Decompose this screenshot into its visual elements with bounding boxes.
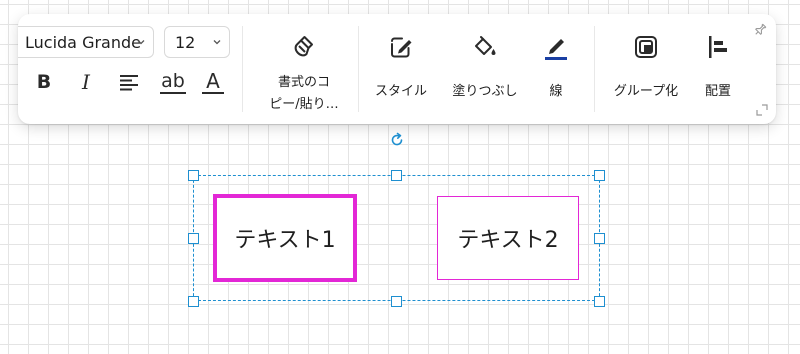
text-color-button[interactable]: A — [198, 66, 228, 98]
resize-handle-s[interactable] — [391, 296, 402, 307]
paint-bucket-icon — [475, 36, 496, 55]
bold-button[interactable]: B — [29, 66, 59, 98]
chevron-down-icon — [213, 40, 221, 45]
resize-handle-w[interactable] — [188, 233, 199, 244]
resize-handle-n[interactable] — [391, 170, 402, 181]
font-family-value: Lucida Grande — [25, 32, 141, 52]
paintbrush-icon — [294, 36, 313, 57]
resize-handle-sw[interactable] — [188, 296, 199, 307]
style-label: スタイル — [374, 84, 427, 99]
toolbar-divider — [594, 26, 595, 112]
font-size-select[interactable]: 12 — [164, 26, 230, 58]
group-label: グループ化 — [613, 84, 679, 99]
chevron-down-icon — [137, 40, 145, 45]
text-color-icon: A — [206, 68, 220, 93]
copy-format-label: 書式のコ ピー/貼り… — [269, 75, 339, 112]
rotate-icon[interactable] — [389, 132, 405, 148]
text-shape-2[interactable]: テキスト2 — [437, 196, 579, 280]
shape-text: テキスト1 — [234, 228, 336, 253]
fill-button[interactable]: 塗りつぶし — [446, 32, 524, 99]
italic-icon: I — [82, 70, 90, 94]
italic-button[interactable]: I — [71, 66, 101, 98]
toolbar-divider — [358, 26, 359, 112]
pen-line-icon — [545, 39, 567, 60]
resize-handle-nw[interactable] — [188, 170, 199, 181]
shape-text: テキスト2 — [457, 228, 559, 253]
line-label: 線 — [549, 84, 563, 99]
copy-format-button[interactable]: 書式のコ ピー/貼り… — [266, 32, 342, 116]
style-icon — [391, 37, 412, 58]
resize-handle-se[interactable] — [594, 296, 605, 307]
text-color-bar — [202, 91, 224, 94]
align-button[interactable] — [114, 66, 144, 98]
resize-corner-icon[interactable] — [756, 104, 768, 116]
arrange-button[interactable]: 配置 — [698, 32, 738, 99]
underline-icon: ab — [161, 69, 185, 92]
underline-button[interactable]: ab — [156, 66, 190, 98]
align-left-icon — [120, 75, 138, 91]
style-button[interactable]: スタイル — [370, 32, 432, 99]
group-button[interactable]: グループ化 — [606, 32, 686, 99]
font-family-select[interactable]: Lucida Grande — [18, 26, 154, 58]
align-objects-icon — [709, 36, 727, 58]
fill-label: 塗りつぶし — [452, 84, 518, 99]
resize-handle-e[interactable] — [594, 233, 605, 244]
text-shape-1[interactable]: テキスト1 — [213, 194, 357, 282]
format-toolbar: Lucida Grande 12 B I ab A 書式のコ ピー/貼り… スタ… — [18, 14, 776, 124]
resize-handle-ne[interactable] — [594, 170, 605, 181]
arrange-label: 配置 — [704, 84, 731, 99]
pin-icon[interactable] — [752, 22, 768, 38]
underline-bar — [160, 91, 186, 94]
font-size-value: 12 — [175, 32, 196, 52]
group-icon — [635, 36, 657, 58]
toolbar-divider — [242, 26, 243, 112]
line-button[interactable]: 線 — [536, 32, 576, 99]
bold-icon: B — [36, 71, 52, 93]
